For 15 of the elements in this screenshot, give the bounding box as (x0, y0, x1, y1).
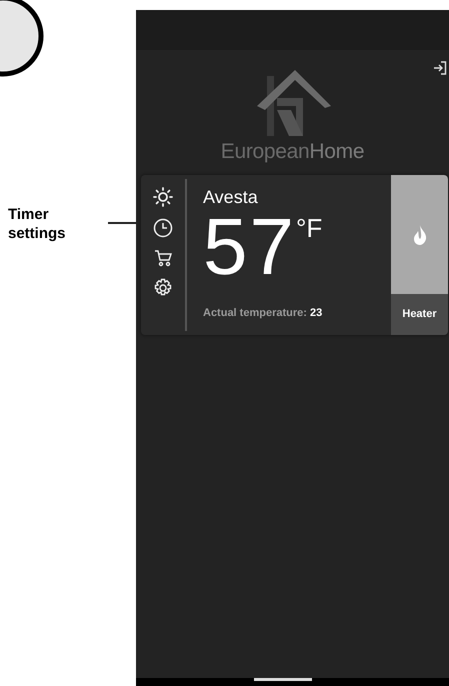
settings-icon[interactable] (153, 278, 173, 298)
room-name: Avesta (203, 187, 259, 207)
flame-icon (412, 224, 426, 244)
sun-icon[interactable] (153, 187, 173, 207)
clock-icon[interactable] (153, 218, 173, 238)
actual-temperature: Actual temperature: 23 (203, 306, 324, 320)
brand-name: EuropeanHome (220, 138, 364, 164)
house-logo-icon (254, 70, 330, 136)
callout-label: Timer settings (8, 205, 67, 243)
cart-icon[interactable] (154, 249, 172, 267)
login-icon[interactable] (433, 60, 447, 75)
temperature-unit: °F (296, 213, 322, 243)
heater-button[interactable]: Heater (391, 294, 448, 335)
temperature-value: 57 (203, 207, 296, 287)
heater-toggle[interactable] (391, 175, 448, 294)
